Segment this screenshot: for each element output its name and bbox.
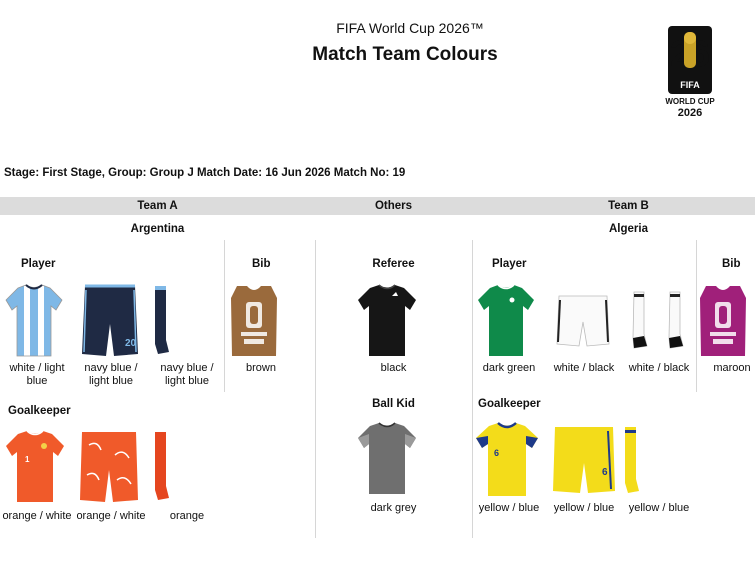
team-b-goalkeeper-shirt: 6 (474, 422, 540, 498)
team-a-bib-label: Bib (252, 258, 271, 270)
ballkid-caption: dark grey (370, 502, 417, 514)
team-a-bib (229, 284, 279, 358)
team-a-goalkeeper-socks-caption: orange (169, 510, 205, 522)
page-title: Match Team Colours (312, 44, 498, 65)
team-b-goalkeeper-socks-caption: yellow / blue (628, 502, 690, 514)
team-b-player-socks-caption: white / black (628, 362, 690, 374)
team-b-name: Algeria (609, 223, 648, 235)
team-a-player-label: Player (21, 258, 56, 270)
team-b-bib-label: Bib (722, 258, 741, 270)
team-a-goalkeeper-label: Goalkeeper (8, 405, 71, 417)
match-info: Stage: First Stage, Group: Group J Match… (4, 167, 406, 179)
team-a-player-shorts-caption: navy blue / light blue (84, 362, 138, 387)
team-b-player-shorts-caption: white / black (553, 362, 615, 374)
team-a-bib-caption: brown (246, 362, 276, 374)
svg-text:WORLD CUP: WORLD CUP (665, 97, 715, 106)
referee-shirt (356, 284, 418, 358)
divider-team-b-bib (696, 240, 697, 392)
team-b-goalkeeper-shirt-caption: yellow / blue (478, 502, 540, 514)
team-b-player-shorts (556, 294, 610, 348)
referee-caption: black (380, 362, 407, 374)
svg-text:6: 6 (494, 448, 499, 458)
ballkid-shirt (356, 422, 418, 496)
team-a-player-socks-caption: navy blue / light blue (160, 362, 214, 387)
team-a-goalkeeper-shirt: 1 (4, 430, 66, 504)
team-a-goalkeeper-shorts (79, 430, 139, 504)
svg-text:FIFA: FIFA (680, 80, 700, 90)
team-a-player-shirt-caption: white / light blue (9, 362, 65, 387)
divider-others-team-b (472, 240, 473, 538)
svg-text:6: 6 (602, 467, 608, 478)
team-b-bib (698, 284, 748, 358)
svg-text:20: 20 (125, 338, 137, 349)
team-a-player-shorts: 20 (81, 284, 139, 358)
team-a-name: Argentina (130, 223, 185, 235)
column-team-b: Team B (608, 200, 649, 212)
column-team-a: Team A (137, 200, 178, 212)
team-b-player-socks (628, 290, 692, 352)
team-a-player-shirt (4, 284, 64, 358)
team-a-goalkeeper-shorts-caption: orange / white (76, 510, 146, 522)
team-b-goalkeeper-shorts: 6 (552, 425, 616, 495)
world-cup-logo: 26 FIFA WORLD CUP 2026 (665, 26, 715, 118)
referee-label: Referee (372, 258, 415, 270)
team-a-goalkeeper-socks (152, 430, 170, 504)
ballkid-label: Ball Kid (372, 398, 415, 410)
team-b-player-label: Player (492, 258, 527, 270)
svg-text:1: 1 (25, 455, 30, 464)
svg-text:2026: 2026 (678, 107, 702, 118)
team-b-player-shirt (476, 284, 536, 358)
tournament-name: FIFA World Cup 2026™ (336, 20, 484, 36)
team-b-player-shirt-caption: dark green (482, 362, 536, 374)
team-b-goalkeeper-socks (622, 425, 640, 495)
team-b-goalkeeper-label: Goalkeeper (478, 398, 541, 410)
team-a-goalkeeper-shirt-caption: orange / white (2, 510, 72, 522)
team-b-goalkeeper-shorts-caption: yellow / blue (553, 502, 615, 514)
team-a-player-socks (152, 284, 170, 358)
column-others: Others (374, 200, 413, 212)
divider-team-a-others (315, 240, 316, 538)
team-b-bib-caption: maroon (713, 362, 751, 374)
